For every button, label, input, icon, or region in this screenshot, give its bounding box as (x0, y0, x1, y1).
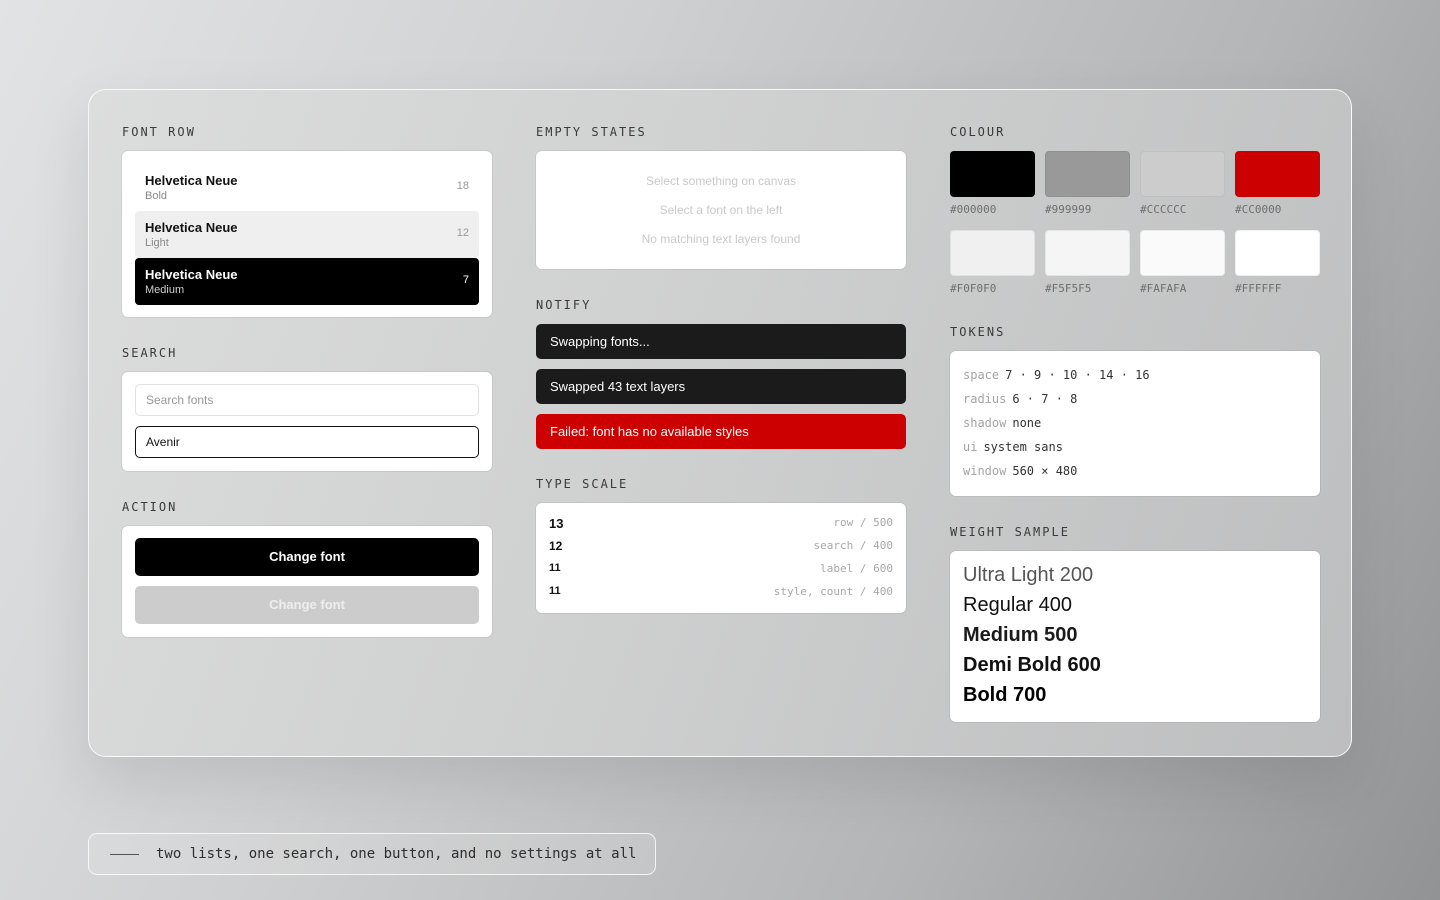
type-usage: row / 500 (833, 516, 893, 529)
type-size: 12 (549, 539, 563, 553)
colour-hex: #999999 (1045, 203, 1092, 216)
search-input-empty[interactable]: Search fonts (135, 384, 479, 416)
colour-swatch (950, 151, 1035, 197)
type-scale-row: 13 row / 500 (549, 516, 893, 534)
colour-hex: #FAFAFA (1140, 282, 1187, 295)
weight-sample-demibold: Demi Bold 600 (963, 654, 1101, 676)
type-scale-title: TYPE SCALE (536, 477, 629, 491)
colour-swatch (1140, 230, 1225, 276)
token-key: window (963, 464, 1007, 478)
change-font-button-disabled: Change font (135, 586, 479, 624)
empty-state-message: Select a font on the left (659, 203, 783, 217)
colour-swatch (1140, 151, 1225, 197)
empty-states-title: EMPTY STATES (536, 125, 647, 139)
font-style: Medium (145, 284, 185, 296)
tokens-card: space 7 · 9 · 10 · 14 · 16 radius 6 · 7 · … (950, 351, 1320, 496)
action-title: ACTION (122, 500, 178, 514)
search-card: Search fonts Avenir (122, 372, 492, 471)
empty-state-message: No matching text layers found (641, 232, 801, 246)
weight-sample-medium: Medium 500 (963, 624, 1078, 646)
token-value: 560 × 480 (1012, 464, 1078, 478)
caption-text: two lists, one search, one button, and n… (156, 846, 637, 862)
colour-swatch (1045, 230, 1130, 276)
font-style: Bold (145, 190, 168, 202)
colour-hex: #CC0000 (1235, 203, 1282, 216)
spec-board: FONT ROW Helvetica Neue Bold 18 Helvetic… (88, 89, 1352, 757)
colour-swatch (1235, 230, 1320, 276)
token-row: window 560 × 480 (963, 464, 1077, 478)
token-key: space (963, 368, 1000, 382)
type-scale-card: 13 row / 500 12 search / 400 11 label / … (536, 503, 906, 613)
font-list-item-selected[interactable]: Helvetica Neue Medium 7 (135, 258, 479, 305)
toast-success: Swapped 43 text layers (536, 369, 906, 404)
caption-dash-icon (110, 854, 139, 855)
colour-hex: #F0F0F0 (950, 282, 997, 295)
font-count: 18 (456, 180, 469, 192)
font-name: Helvetica Neue (145, 267, 238, 282)
colour-swatch (1045, 151, 1130, 197)
weight-sample-ultralight: Ultra Light 200 (963, 564, 1094, 586)
type-usage: label / 600 (820, 562, 893, 575)
token-row: space 7 · 9 · 10 · 14 · 16 (963, 368, 1150, 382)
token-value: system sans (983, 440, 1063, 454)
type-usage: search / 400 (813, 539, 893, 552)
colour-hex: #000000 (950, 203, 997, 216)
colour-hex: #CCCCCC (1140, 203, 1187, 216)
empty-state-message: Select something on canvas (645, 174, 797, 188)
type-usage: style, count / 400 (773, 585, 893, 598)
font-name: Helvetica Neue (145, 173, 238, 188)
notify-title: NOTIFY (536, 298, 592, 312)
colour-swatch (1235, 151, 1320, 197)
token-value: 7 · 9 · 10 · 14 · 16 (1005, 368, 1150, 382)
toast-error: Failed: font has no available styles (536, 414, 906, 449)
font-list-item[interactable]: Helvetica Neue Bold 18 (135, 164, 479, 211)
colour-title: COLOUR (950, 125, 1006, 139)
colour-swatch (950, 230, 1035, 276)
font-list: Helvetica Neue Bold 18 Helvetica Neue Li… (122, 151, 492, 317)
toast-progress: Swapping fonts... (536, 324, 906, 359)
weight-sample-title: WEIGHT SAMPLE (950, 525, 1070, 539)
search-title: SEARCH (122, 346, 178, 360)
token-row: radius 6 · 7 · 8 (963, 392, 1077, 406)
type-size: 11 (549, 585, 561, 597)
type-size: 11 (549, 562, 561, 574)
search-input-filled[interactable]: Avenir (135, 426, 479, 458)
token-row: ui system sans (963, 440, 1063, 454)
weight-sample-regular: Regular 400 (963, 594, 1072, 616)
colour-hex: #F5F5F5 (1045, 282, 1092, 295)
font-name: Helvetica Neue (145, 220, 238, 235)
tokens-title: TOKENS (950, 325, 1006, 339)
change-font-button[interactable]: Change font (135, 538, 479, 576)
token-value: 6 · 7 · 8 (1012, 392, 1078, 406)
token-row: shadow none (963, 416, 1041, 430)
font-count: 12 (456, 227, 469, 239)
type-size: 13 (549, 516, 564, 531)
font-count: 7 (462, 274, 469, 286)
type-scale-row: 11 label / 600 (549, 562, 893, 580)
colour-hex: #FFFFFF (1235, 282, 1282, 295)
type-scale-row: 12 search / 400 (549, 539, 893, 557)
caption-bar: two lists, one search, one button, and n… (88, 833, 656, 875)
empty-states-card: Select something on canvas Select a font… (536, 151, 906, 269)
weight-sample-bold: Bold 700 (963, 684, 1047, 706)
weight-sample-card: Ultra Light 200 Regular 400 Medium 500 D… (950, 551, 1320, 722)
token-value: none (1012, 416, 1042, 430)
type-scale-row: 11 style, count / 400 (549, 585, 893, 603)
token-key: radius (963, 392, 1007, 406)
token-key: shadow (963, 416, 1007, 430)
font-list-item-hover[interactable]: Helvetica Neue Light 12 (135, 211, 479, 258)
token-key: ui (963, 440, 978, 454)
font-style: Light (145, 237, 169, 249)
action-card: Change font Change font (122, 526, 492, 637)
font-row-title: FONT ROW (122, 125, 196, 139)
